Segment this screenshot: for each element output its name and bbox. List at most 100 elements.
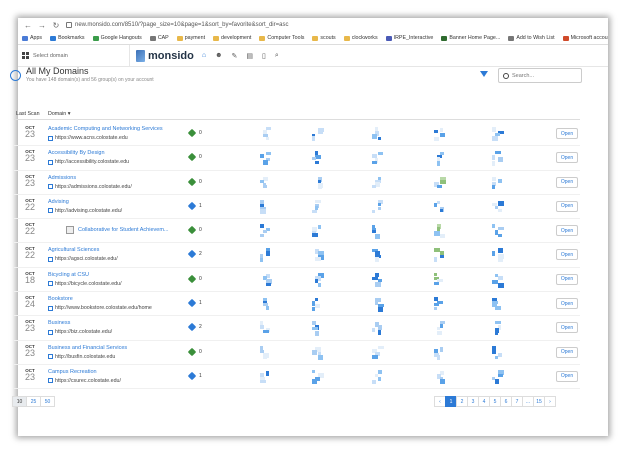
domain-name-link[interactable]: Campus Recreation: [48, 369, 97, 375]
wrench-icon: [187, 274, 197, 284]
document-icon[interactable]: ▯: [262, 52, 266, 60]
bookmark-item[interactable]: Add to Wish List: [508, 35, 555, 41]
open-button[interactable]: Open: [556, 322, 578, 334]
bookmark-item[interactable]: Google Hangouts: [92, 35, 142, 41]
open-button[interactable]: Open: [556, 225, 578, 237]
open-button[interactable]: Open: [556, 370, 578, 382]
tool-count[interactable]: 1: [187, 371, 202, 381]
domain-name-link[interactable]: Advising: [48, 199, 69, 205]
wrench-icon[interactable]: ✎: [231, 52, 237, 60]
domain-url[interactable]: https://bicycle.colostate.edu/: [48, 281, 122, 287]
search-icon[interactable]: ⌕: [275, 52, 279, 60]
tool-count[interactable]: 0: [187, 128, 202, 138]
bookmark-label: Add to Wish List: [516, 35, 555, 41]
domain-url[interactable]: https://biz.colostate.edu/: [48, 329, 112, 335]
scan-day: 23: [24, 323, 35, 334]
domain-url[interactable]: https://admissions.colostate.edu/: [48, 184, 132, 190]
domain-url[interactable]: https://csurec.colostate.edu/: [48, 378, 121, 384]
external-link-icon: [48, 135, 53, 141]
tool-count[interactable]: 0: [187, 274, 202, 284]
back-icon[interactable]: ←: [24, 21, 32, 30]
users-icon[interactable]: ☻: [215, 52, 222, 60]
bookmark-item[interactable]: clockworks: [343, 35, 378, 41]
thumbnail-block: [318, 185, 322, 189]
thumbnail-chart: [372, 272, 382, 287]
domain-name-link[interactable]: Agricultural Sciences: [48, 247, 99, 253]
open-button[interactable]: Open: [556, 273, 578, 285]
chart-icon[interactable]: ▤: [246, 52, 253, 60]
bookmark-item[interactable]: payment: [176, 35, 205, 41]
thumbnail-block: [263, 354, 267, 359]
bookmark-item[interactable]: Bookmarks: [50, 35, 85, 41]
domain-url[interactable]: https://www.acns.colostate.edu: [48, 135, 128, 141]
monsido-logo[interactable]: monsido: [130, 49, 194, 62]
open-button[interactable]: Open: [556, 128, 578, 139]
thumbnail-block: [266, 282, 271, 286]
bookmark-item[interactable]: Banner Home Page...: [441, 35, 500, 41]
domain-name-link[interactable]: Business and Financial Services: [48, 345, 127, 351]
page-link[interactable]: ›: [544, 396, 556, 407]
open-button[interactable]: Open: [556, 200, 578, 212]
page-size-option[interactable]: 50: [40, 396, 55, 407]
tool-count[interactable]: 2: [187, 323, 202, 332]
tool-count[interactable]: 0: [187, 225, 202, 235]
domain-url[interactable]: http://www.bookstore.colostate.edu/home: [48, 305, 152, 311]
tool-count[interactable]: 0: [187, 177, 202, 186]
tool-count[interactable]: 0: [187, 153, 202, 162]
thumbnail-block: [434, 307, 437, 311]
domain-name-link[interactable]: Accessibility By Design: [48, 150, 105, 156]
bookmark-item[interactable]: development: [213, 35, 251, 41]
page-size-selector: 10 25 50: [12, 396, 55, 407]
bookmark-item[interactable]: Microsoft accou: [562, 35, 608, 41]
domain-name-link[interactable]: Bicycling at CSU: [48, 272, 89, 278]
domain-url[interactable]: https://agsci.colostate.edu/: [48, 256, 118, 262]
thumbnail-block: [495, 151, 501, 155]
domain-select-label: Select domain: [33, 52, 68, 59]
filter-icon[interactable]: [480, 71, 488, 77]
domain-name-link[interactable]: Academic Computing and Networking Servic…: [48, 126, 163, 132]
domain-url[interactable]: http://advising.colostate.edu/: [48, 208, 122, 214]
tool-count[interactable]: 1: [187, 298, 202, 308]
thumbnail-chart: [312, 321, 322, 337]
domain-select[interactable]: Select domain: [18, 45, 130, 66]
domain-name-link[interactable]: Bookstore: [48, 296, 73, 302]
search-input[interactable]: [512, 72, 572, 79]
bookmark-item[interactable]: CAP: [149, 35, 169, 41]
domain-url[interactable]: http://busfin.colostate.edu: [48, 354, 115, 360]
bookmark-item[interactable]: Computer Tools: [259, 35, 304, 41]
bookmark-item[interactable]: Apps: [22, 35, 42, 41]
open-button[interactable]: Open: [556, 298, 578, 310]
domain-name-link[interactable]: Admissions: [48, 175, 76, 181]
address-field[interactable]: new.monsido.com/8510/?page_size=10&page=…: [66, 22, 602, 28]
bookmark-item[interactable]: IRPE_Interactive: [385, 35, 433, 41]
table-row: OCT 24 Bookstore http://www.bookstore.colos…: [14, 292, 580, 317]
col-domain[interactable]: Domain ▾: [48, 111, 70, 117]
open-button[interactable]: Open: [556, 249, 578, 261]
group-name-link[interactable]: Collaborative for Student Achievem...: [78, 227, 169, 233]
reload-icon[interactable]: ↻: [52, 21, 60, 30]
thumbnail-block: [378, 376, 381, 381]
thumbnail-block: [498, 275, 503, 280]
search-box[interactable]: [498, 68, 582, 83]
open-button[interactable]: Open: [556, 346, 578, 358]
bookmarks-bar: Apps Bookmarks Google Hangouts CAP payment de…: [18, 32, 608, 45]
tool-count[interactable]: 1: [187, 201, 202, 211]
tool-count[interactable]: 2: [187, 250, 202, 259]
bookmark-item[interactable]: scouts: [312, 35, 336, 41]
home-icon[interactable]: ⌂: [202, 52, 206, 60]
page-size-option[interactable]: 25: [26, 396, 41, 407]
thumbnail-chart: [312, 346, 323, 360]
tool-count[interactable]: 0: [187, 347, 202, 356]
domain-url[interactable]: http://accessibility.colostate.edu: [48, 159, 129, 165]
forward-icon[interactable]: →: [38, 21, 46, 30]
col-last-scan[interactable]: Last Scan: [16, 111, 40, 117]
scan-day: 23: [24, 153, 35, 164]
domain-name-link[interactable]: Business: [48, 320, 70, 326]
page-size-option[interactable]: 10: [12, 396, 27, 407]
open-button[interactable]: Open: [556, 176, 578, 188]
last-scan-date: OCT 23: [22, 319, 38, 333]
bookmark-icon: [343, 35, 350, 41]
thumbnail-block: [372, 230, 376, 234]
open-button[interactable]: Open: [556, 152, 578, 164]
external-link-icon: [48, 329, 53, 335]
